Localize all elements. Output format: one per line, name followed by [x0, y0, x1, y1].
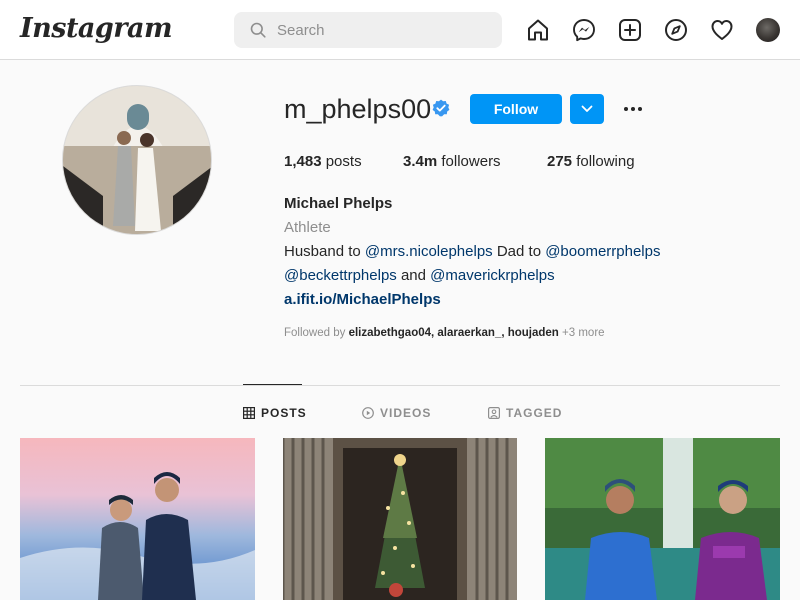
search-icon: [250, 22, 266, 38]
suggested-accounts-dropdown-button[interactable]: [570, 94, 604, 124]
bio-text: and: [396, 267, 431, 284]
bio-mention-link[interactable]: @mrs.nicolephelps: [365, 243, 493, 260]
activity-heart-icon[interactable]: [710, 18, 734, 42]
profile-category: Athlete: [284, 219, 331, 236]
following-label: following: [576, 153, 635, 170]
instagram-logo[interactable]: Instagram: [20, 13, 173, 44]
followers-label: followers: [441, 153, 501, 170]
video-play-icon: [362, 407, 374, 419]
bio-mention-link[interactable]: @boomerrphelps: [545, 243, 660, 260]
followed-by-more: +3 more: [558, 327, 605, 339]
messenger-icon[interactable]: [572, 18, 596, 42]
posts-label: posts: [325, 153, 362, 170]
follow-button[interactable]: Follow: [470, 94, 562, 124]
tab-tagged[interactable]: TAGGED: [488, 406, 562, 420]
tab-label: POSTS: [261, 406, 307, 420]
profile-website-link[interactable]: a.ifit.io/MichaelPhelps: [284, 291, 441, 308]
posts-count: 1,483: [284, 153, 322, 170]
post-thumbnail[interactable]: [20, 438, 255, 600]
tab-posts[interactable]: POSTS: [243, 406, 307, 420]
posts-count-stat: 1,483 posts: [284, 153, 362, 170]
followed-by-users: elizabethgao04, alaraerkan_, houjaden: [348, 327, 559, 339]
bio-mention-link[interactable]: @beckettrphelps: [284, 267, 397, 284]
following-count-stat[interactable]: 275 following: [547, 153, 635, 170]
tab-videos[interactable]: VIDEOS: [362, 406, 431, 420]
more-options-icon[interactable]: [620, 97, 646, 121]
top-navigation-bar: Instagram: [0, 0, 800, 60]
bio-text: Husband to: [284, 243, 365, 260]
active-tab-indicator: [243, 384, 302, 385]
profile-full-name: Michael Phelps: [284, 195, 393, 212]
followers-count-stat[interactable]: 3.4m followers: [403, 153, 501, 170]
profile-username: m_phelps00: [284, 94, 432, 124]
tabs-divider: [20, 385, 780, 386]
bio-line-1: Husband to @mrs.nicolephelps Dad to @boo…: [284, 243, 661, 260]
tagged-user-icon: [488, 407, 500, 419]
post-thumbnail[interactable]: [283, 438, 517, 600]
tab-label: VIDEOS: [380, 406, 432, 420]
new-post-icon[interactable]: [618, 18, 642, 42]
grid-icon: [243, 407, 255, 419]
post-thumbnail[interactable]: [545, 438, 780, 600]
chevron-down-icon: [581, 105, 593, 112]
home-icon[interactable]: [526, 18, 550, 42]
verified-badge-icon: [432, 99, 450, 117]
search-box[interactable]: [234, 12, 502, 48]
profile-picture[interactable]: [62, 85, 212, 235]
search-input[interactable]: [277, 21, 487, 39]
tab-label: TAGGED: [506, 406, 563, 420]
followed-by-text[interactable]: Followed by elizabethgao04, alaraerkan_,…: [284, 327, 605, 339]
bio-mention-link[interactable]: @maverickrphelps: [430, 267, 554, 284]
following-count: 275: [547, 153, 573, 170]
bio-line-2: @beckettrphelps and @maverickrphelps: [284, 267, 555, 284]
followers-count: 3.4m: [403, 153, 438, 170]
profile-avatar[interactable]: [756, 18, 780, 42]
bio-text: Dad to: [492, 243, 546, 260]
explore-icon[interactable]: [664, 18, 688, 42]
followed-by-prefix: Followed by: [284, 327, 349, 339]
